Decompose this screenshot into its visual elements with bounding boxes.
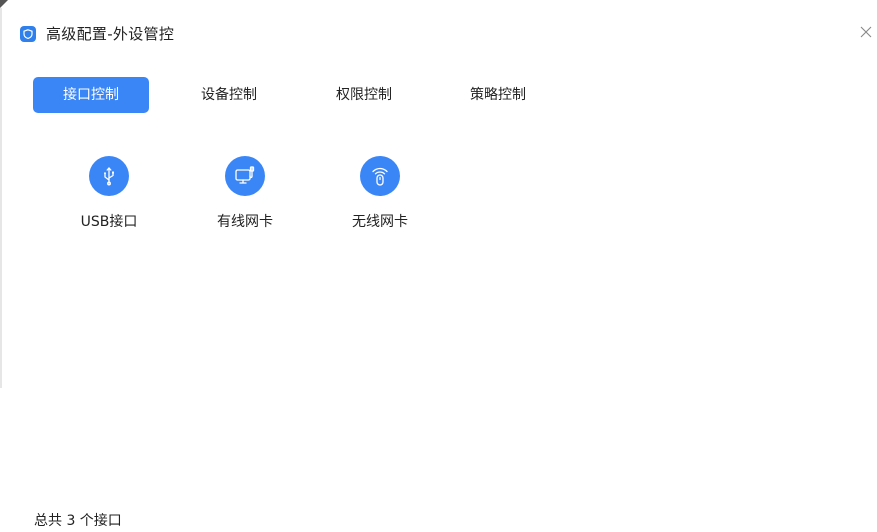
- wired-network-card-icon: [225, 156, 265, 196]
- interface-label-usb: USB接口: [80, 214, 138, 230]
- interface-item-wired-network-card[interactable]: 有线网卡: [195, 156, 295, 236]
- window-edge-divider: [0, 8, 2, 388]
- tab-interface-control[interactable]: 接口控制: [33, 77, 149, 113]
- app-shield-icon: [20, 26, 36, 42]
- interface-item-wireless-network-card[interactable]: 无线网卡: [330, 156, 430, 236]
- tab-permission-control[interactable]: 权限控制: [332, 77, 396, 113]
- wireless-network-card-icon: [360, 156, 400, 196]
- tab-policy-control[interactable]: 策略控制: [466, 77, 530, 113]
- interface-label-wireless-network-card: 无线网卡: [352, 214, 408, 230]
- interface-item-usb[interactable]: USB接口: [59, 156, 159, 236]
- tab-device-control[interactable]: 设备控制: [197, 77, 261, 113]
- window-title: 高级配置-外设管控: [46, 25, 175, 43]
- usb-icon: [89, 156, 129, 196]
- title-bar: 高级配置-外设管控: [0, 0, 877, 64]
- close-button[interactable]: [856, 22, 876, 42]
- interface-label-wired-network-card: 有线网卡: [217, 214, 273, 230]
- close-icon: [860, 26, 872, 38]
- interface-count-summary: 总共 3 个接口: [34, 513, 122, 529]
